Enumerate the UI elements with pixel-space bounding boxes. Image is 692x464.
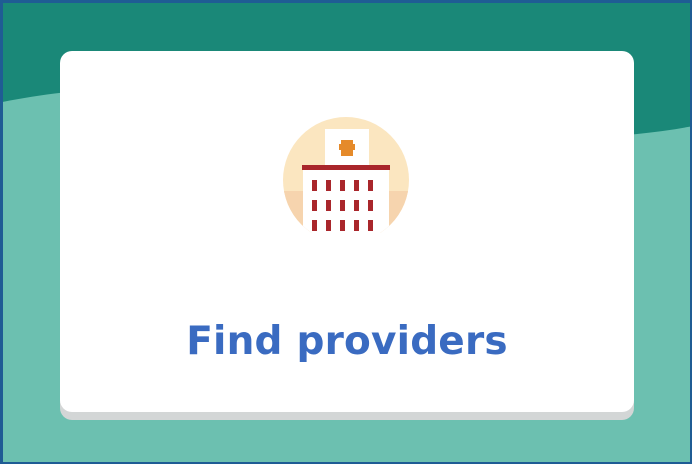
- find-providers-label: Find providers: [186, 319, 508, 364]
- page-background: Find providers: [0, 0, 692, 464]
- hospital-icon: [281, 117, 411, 245]
- find-providers-card[interactable]: Find providers: [60, 51, 634, 412]
